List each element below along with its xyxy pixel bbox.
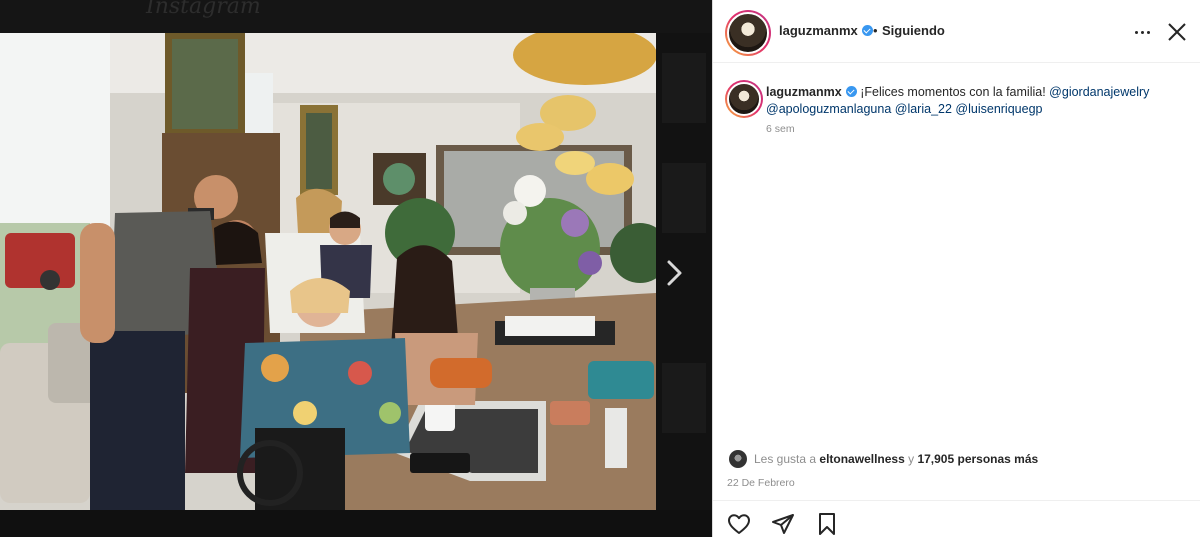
verified-badge-icon [845, 86, 857, 97]
likes-middle: y [908, 452, 915, 466]
instagram-logo: Instagram [146, 0, 261, 19]
background-feed-bottom [0, 510, 712, 537]
background-tile [662, 363, 706, 433]
following-button[interactable]: Siguiendo [882, 23, 945, 38]
close-icon[interactable] [1166, 21, 1188, 43]
likes-count[interactable]: 17,905 personas más [917, 452, 1038, 466]
liker-avatar[interactable] [729, 450, 747, 468]
divider [713, 500, 1200, 501]
post-photo[interactable] [0, 33, 656, 510]
avatar[interactable] [725, 10, 771, 56]
post-date: 22 De Febrero [727, 477, 795, 489]
header-username[interactable]: laguzmanmx [779, 23, 873, 38]
caption-username[interactable]: laguzmanmx [766, 85, 842, 99]
header-username-text[interactable]: laguzmanmx [779, 23, 858, 38]
post-side-panel: laguzmanmx • Siguiendo laguzmanmx ¡Felic… [712, 0, 1200, 537]
background-tile [662, 163, 706, 233]
likes-summary: Les gusta a eltonawellness y 17,905 pers… [729, 450, 1038, 468]
post-header: laguzmanmx • Siguiendo [713, 0, 1200, 63]
more-options-icon[interactable] [1130, 20, 1154, 44]
verified-badge-icon [861, 25, 873, 36]
caption-text: ¡Felices momentos con la familia! [860, 85, 1046, 99]
bookmark-icon[interactable] [815, 512, 839, 536]
mention-link[interactable]: @laria_22 [895, 102, 952, 116]
likes-prefix: Les gusta a [754, 452, 817, 466]
mention-link[interactable]: @luisenriquegp [955, 102, 1042, 116]
liker-username[interactable]: eltonawellness [819, 452, 904, 466]
background-header: Instagram [0, 0, 712, 33]
header-separator: • [873, 23, 878, 38]
family-photo-illustration [0, 33, 656, 510]
background-tile [662, 53, 706, 123]
caption-avatar[interactable] [725, 80, 763, 118]
chevron-right-icon[interactable] [664, 258, 686, 288]
heart-icon[interactable] [727, 512, 751, 536]
post-time-ago[interactable]: 6 sem [766, 123, 795, 135]
mention-link[interactable]: @giordanajewelry [1049, 85, 1149, 99]
mention-link[interactable]: @apologuzmanlaguna [766, 102, 891, 116]
post-caption: laguzmanmx ¡Felices momentos con la fami… [766, 84, 1186, 118]
paper-plane-icon[interactable] [771, 512, 795, 536]
